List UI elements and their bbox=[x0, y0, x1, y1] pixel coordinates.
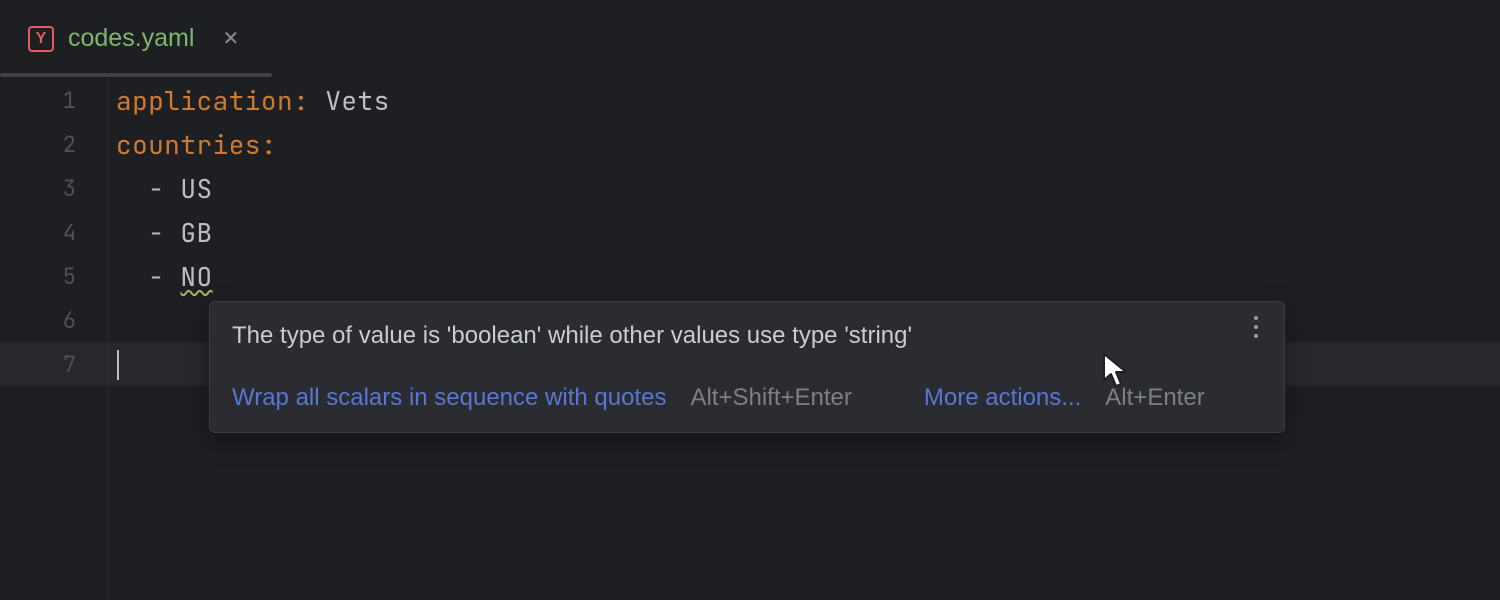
close-icon[interactable]: ✕ bbox=[222, 29, 239, 49]
code-line[interactable]: 3 - US bbox=[0, 166, 1500, 210]
code-line[interactable]: 5 - NO bbox=[0, 254, 1500, 298]
inspection-tooltip: The type of value is 'boolean' while oth… bbox=[209, 301, 1285, 433]
yaml-value: US bbox=[180, 171, 212, 206]
shortcut-hint: Alt+Enter bbox=[1105, 384, 1204, 412]
line-number: 4 bbox=[0, 218, 108, 247]
yaml-file-icon: Y bbox=[28, 26, 54, 52]
line-number: 3 bbox=[0, 174, 108, 203]
inspection-message: The type of value is 'boolean' while oth… bbox=[232, 320, 1262, 352]
line-number: 6 bbox=[0, 306, 108, 335]
yaml-value: GB bbox=[180, 215, 212, 250]
yaml-value-warning: NO bbox=[180, 259, 212, 294]
line-number: 5 bbox=[0, 262, 108, 291]
active-tab-indicator bbox=[0, 73, 272, 77]
yaml-key: application bbox=[116, 83, 293, 118]
code-line[interactable]: 2 countries: bbox=[0, 122, 1500, 166]
more-actions-link[interactable]: More actions... bbox=[924, 384, 1081, 412]
text-caret bbox=[117, 350, 119, 380]
line-number: 7 bbox=[0, 350, 108, 379]
code-line[interactable]: 4 - GB bbox=[0, 210, 1500, 254]
tab-codes-yaml[interactable]: Y codes.yaml ✕ bbox=[20, 18, 247, 59]
quick-fix-primary[interactable]: Wrap all scalars in sequence with quotes bbox=[232, 384, 666, 412]
tab-filename: codes.yaml bbox=[68, 24, 194, 53]
code-line[interactable]: 1 application: Vets bbox=[0, 78, 1500, 122]
line-number: 1 bbox=[0, 86, 108, 115]
yaml-value: Vets bbox=[325, 83, 389, 118]
more-vertical-icon[interactable] bbox=[1244, 316, 1268, 338]
yaml-key: countries bbox=[116, 127, 261, 162]
editor-tabs: Y codes.yaml ✕ bbox=[0, 0, 1500, 78]
shortcut-hint: Alt+Shift+Enter bbox=[690, 384, 851, 412]
line-number: 2 bbox=[0, 130, 108, 159]
